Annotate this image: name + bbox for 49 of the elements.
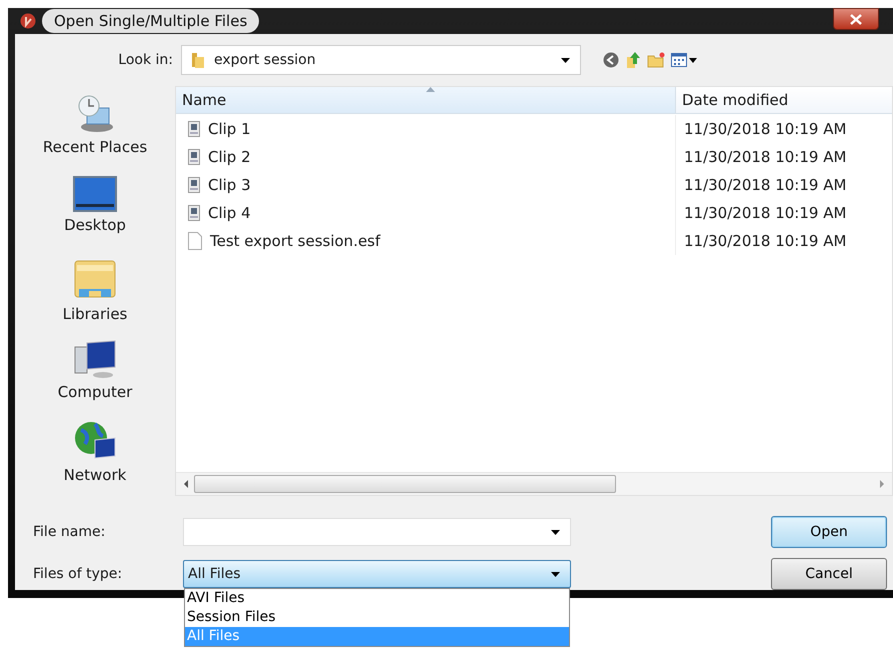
video-file-icon — [188, 177, 200, 193]
column-header[interactable]: Name — [176, 87, 676, 114]
places-item[interactable]: Recent Places — [42, 94, 148, 170]
files-of-type-label: Files of type: — [33, 566, 124, 582]
close-button[interactable] — [833, 8, 879, 30]
scroll-thumb[interactable] — [194, 475, 616, 493]
new-folder-icon[interactable] — [647, 52, 665, 68]
scroll-left-icon[interactable] — [182, 479, 190, 489]
file-name-cell[interactable]: Test export session.esf — [176, 227, 676, 255]
places-item[interactable]: Libraries — [62, 257, 128, 333]
horizontal-scrollbar[interactable] — [176, 472, 892, 495]
app-icon — [20, 13, 36, 29]
dropdown-option[interactable]: Session Files — [185, 608, 569, 627]
monitor-icon — [73, 176, 117, 212]
computer-icon — [72, 338, 117, 379]
video-file-icon — [188, 121, 200, 137]
open-button[interactable]: Open — [771, 516, 887, 548]
look-in-dropdown[interactable]: export session — [181, 45, 581, 75]
file-name-cell[interactable]: Clip 1 — [176, 115, 676, 143]
places-item[interactable]: Computer — [58, 338, 132, 414]
caret-icon — [561, 58, 570, 62]
video-file-icon — [188, 149, 200, 165]
date-cell-text: 11/30/2018 10:19 AM — [683, 119, 848, 140]
file-name-field[interactable] — [183, 518, 571, 546]
date-cell-text: 11/30/2018 10:19 AM — [683, 175, 848, 196]
places-item[interactable]: Network — [64, 420, 126, 496]
caret-icon — [551, 530, 560, 534]
date-cell-text: 11/30/2018 10:19 AM — [683, 231, 848, 252]
up-folder-icon[interactable] — [625, 51, 641, 69]
view-menu-icon[interactable] — [671, 52, 697, 68]
dropdown-option[interactable]: AVI Files — [185, 589, 569, 608]
sort-arrow-icon — [426, 87, 434, 92]
video-file-icon — [188, 205, 200, 221]
folder-icon — [190, 51, 206, 69]
window-title: Open Single/Multiple Files — [42, 9, 260, 33]
cancel-button[interactable]: Cancel — [771, 558, 887, 590]
file-name-cell[interactable]: Clip 2 — [176, 143, 676, 171]
places-item[interactable]: Desktop — [64, 176, 126, 252]
file-name-cell[interactable]: Clip 4 — [176, 199, 676, 227]
back-icon[interactable] — [603, 52, 619, 68]
file-name-label: File name: — [33, 524, 106, 540]
date-cell-text: 11/30/2018 10:19 AM — [683, 203, 848, 224]
document-icon — [188, 232, 202, 250]
caret-icon — [551, 572, 560, 576]
date-cell-text: 11/30/2018 10:19 AM — [683, 147, 848, 168]
file-name-cell[interactable]: Clip 3 — [176, 171, 676, 199]
scroll-right-icon[interactable] — [878, 479, 886, 489]
look-in-label: Look in: — [117, 52, 174, 68]
close-icon — [850, 14, 862, 24]
